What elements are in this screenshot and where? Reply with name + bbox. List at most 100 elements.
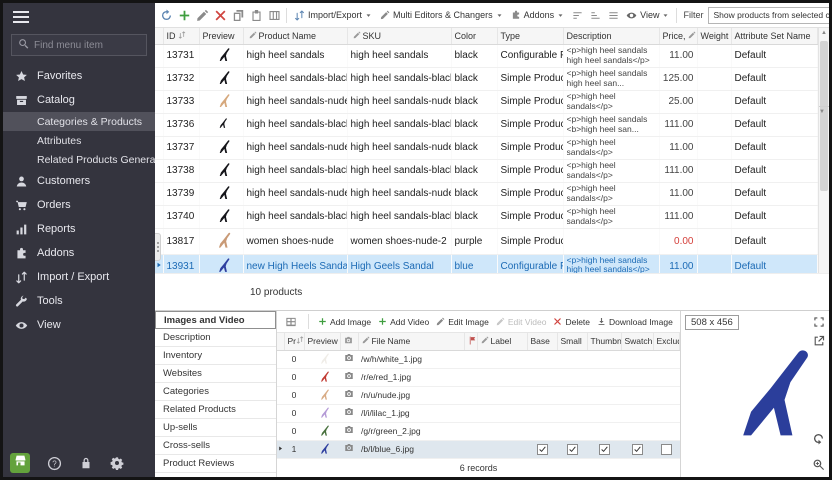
sidebar-item-favorites[interactable]: Favorites: [3, 64, 155, 88]
column-header-flag[interactable]: [464, 333, 477, 350]
zoom-icon[interactable]: [812, 458, 825, 471]
media-row[interactable]: 1/b/l/blue_6.jpg: [277, 440, 680, 458]
column-header-small[interactable]: Small: [557, 333, 587, 350]
edit-product-button[interactable]: [194, 6, 210, 24]
sidebar-item-tools[interactable]: Tools: [3, 289, 155, 313]
paste-button[interactable]: [248, 6, 264, 24]
checkbox-thumb[interactable]: [599, 444, 610, 455]
column-header-preview[interactable]: Preview: [199, 28, 243, 44]
tab-up-sells[interactable]: Up-sells: [155, 419, 276, 437]
table-row[interactable]: 13732high heel sandals-blackhigh heel sa…: [155, 67, 818, 90]
add-video-button[interactable]: Add Video: [378, 317, 429, 327]
addons-menu[interactable]: Addons: [508, 9, 568, 21]
table-row[interactable]: 13738high heel sandals-black-37high heel…: [155, 159, 818, 182]
multi-editors-menu[interactable]: Multi Editors & Changers: [377, 9, 506, 21]
sidebar-item-related-products-generator[interactable]: Related Products Generator: [3, 150, 155, 169]
media-grid-icon[interactable]: [283, 313, 299, 331]
delete-product-button[interactable]: [212, 6, 228, 24]
menu-toggle-button[interactable]: [3, 3, 155, 32]
column-header-swatch[interactable]: Swatch: [621, 333, 653, 350]
sidebar-item-categories-products[interactable]: Categories & Products: [3, 112, 155, 131]
media-row[interactable]: 0/w/h/white_1.jpg: [277, 350, 680, 368]
checkbox-swatch[interactable]: [632, 444, 643, 455]
tab-product-reviews[interactable]: Product Reviews: [155, 455, 276, 473]
column-header-weight[interactable]: Weight: [697, 28, 731, 44]
column-header-color[interactable]: Color: [451, 28, 497, 44]
open-external-icon[interactable]: [813, 335, 825, 347]
help-button[interactable]: ?: [47, 456, 62, 471]
sidebar-item-addons[interactable]: Addons: [3, 241, 155, 265]
column-header-pr[interactable]: Pr: [284, 333, 304, 350]
column-header-description[interactable]: Description: [563, 28, 659, 44]
copy-button[interactable]: [230, 6, 246, 24]
column-header-file-name[interactable]: File Name: [358, 333, 464, 350]
add-image-button[interactable]: Add Image: [318, 317, 371, 327]
tab-inventory[interactable]: Inventory: [155, 347, 276, 365]
tab-categories[interactable]: Categories: [155, 383, 276, 401]
sort-descending-button[interactable]: [587, 6, 603, 24]
refresh-button[interactable]: [158, 6, 174, 24]
scroll-down-arrow[interactable]: ▼: [819, 106, 829, 273]
sort-ascending-button[interactable]: [569, 6, 585, 24]
fullscreen-icon[interactable]: [813, 316, 825, 328]
table-row[interactable]: 13817women shoes-nudewomen shoes-nude-2p…: [155, 228, 818, 254]
import-export-menu[interactable]: Import/Export: [291, 9, 375, 22]
checkbox-small[interactable]: [567, 444, 578, 455]
table-row[interactable]: 13736high heel sandals-black-36high heel…: [155, 113, 818, 136]
add-product-button[interactable]: [176, 6, 192, 24]
column-header-camera[interactable]: [340, 333, 358, 350]
store-button[interactable]: [10, 453, 30, 473]
table-row[interactable]: 13740high heel sandals-black-38high heel…: [155, 205, 818, 228]
media-row[interactable]: 0/r/e/red_1.jpg: [277, 368, 680, 386]
category-filter-select[interactable]: Show products from selected categories: [708, 7, 829, 24]
column-header-label[interactable]: Label: [477, 333, 527, 350]
table-row[interactable]: 13931new High Heels SandalsHigh Geels Sa…: [155, 254, 818, 273]
column-header-attribute-set-name[interactable]: Attribute Set Name: [731, 28, 818, 44]
tab-related-products[interactable]: Related Products: [155, 401, 276, 419]
column-header-id[interactable]: ID: [163, 28, 199, 44]
sidebar-item-view[interactable]: View: [3, 313, 155, 337]
tab-description[interactable]: Description: [155, 329, 276, 347]
table-row[interactable]: 13737high heel sandals-nude-36high heel …: [155, 136, 818, 159]
checkbox-exclude[interactable]: [661, 444, 672, 455]
download-image-button[interactable]: Download Image: [597, 317, 673, 327]
delete-button[interactable]: Delete: [553, 317, 590, 327]
media-row[interactable]: 0/n/u/nude.jpg: [277, 386, 680, 404]
scroll-up-arrow[interactable]: ▲: [819, 28, 829, 39]
rotate-icon[interactable]: [812, 432, 825, 445]
column-label: Attribute Set Name: [735, 31, 811, 41]
column-header-price[interactable]: Price,: [659, 28, 697, 44]
columns-button[interactable]: [266, 6, 282, 24]
sidebar-item-reports[interactable]: Reports: [3, 217, 155, 241]
tab-cross-sells[interactable]: Cross-sells: [155, 437, 276, 455]
grid-scrollbar[interactable]: ▲ ▼: [818, 28, 829, 273]
view-menu[interactable]: View: [623, 9, 672, 22]
column-header-base[interactable]: Base: [527, 333, 557, 350]
media-row[interactable]: 0/g/r/green_2.jpg: [277, 422, 680, 440]
table-row[interactable]: 13731high heel sandalshigh heel sandalsb…: [155, 44, 818, 67]
table-row[interactable]: 13739high heel sandals-nude-37high heel …: [155, 182, 818, 205]
checkbox-base[interactable]: [537, 444, 548, 455]
sidebar-item-catalog[interactable]: Catalog: [3, 88, 155, 112]
sidebar-item-customers[interactable]: Customers: [3, 169, 155, 193]
sidebar-item-attributes[interactable]: Attributes: [3, 131, 155, 150]
column-header-thumbna[interactable]: Thumbna: [587, 333, 621, 350]
edit-image-button[interactable]: Edit Image: [436, 317, 489, 327]
image-size-box[interactable]: 508 x 456: [685, 315, 739, 330]
tab-websites[interactable]: Websites: [155, 365, 276, 383]
settings-button[interactable]: [110, 456, 124, 470]
column-header-sku[interactable]: SKU: [347, 28, 451, 44]
sidebar-search-input[interactable]: [34, 40, 140, 51]
column-header-type[interactable]: Type: [497, 28, 563, 44]
media-row[interactable]: 0/l/i/lilac_1.jpg: [277, 404, 680, 422]
sidebar-splitter-handle[interactable]: [155, 233, 161, 261]
table-row[interactable]: 13733high heel sandals-nudehigh heel san…: [155, 90, 818, 113]
lock-button[interactable]: [79, 456, 93, 470]
sidebar-item-orders[interactable]: Orders: [3, 193, 155, 217]
column-header-exclude[interactable]: Exclude: [653, 333, 680, 350]
sidebar-item-import-export[interactable]: Import / Export: [3, 265, 155, 289]
list-options-button[interactable]: [605, 6, 621, 24]
column-header-preview[interactable]: Preview: [304, 333, 340, 350]
tab-images-and-video[interactable]: Images and Video: [155, 311, 276, 329]
column-header-product-name[interactable]: Product Name: [243, 28, 347, 44]
